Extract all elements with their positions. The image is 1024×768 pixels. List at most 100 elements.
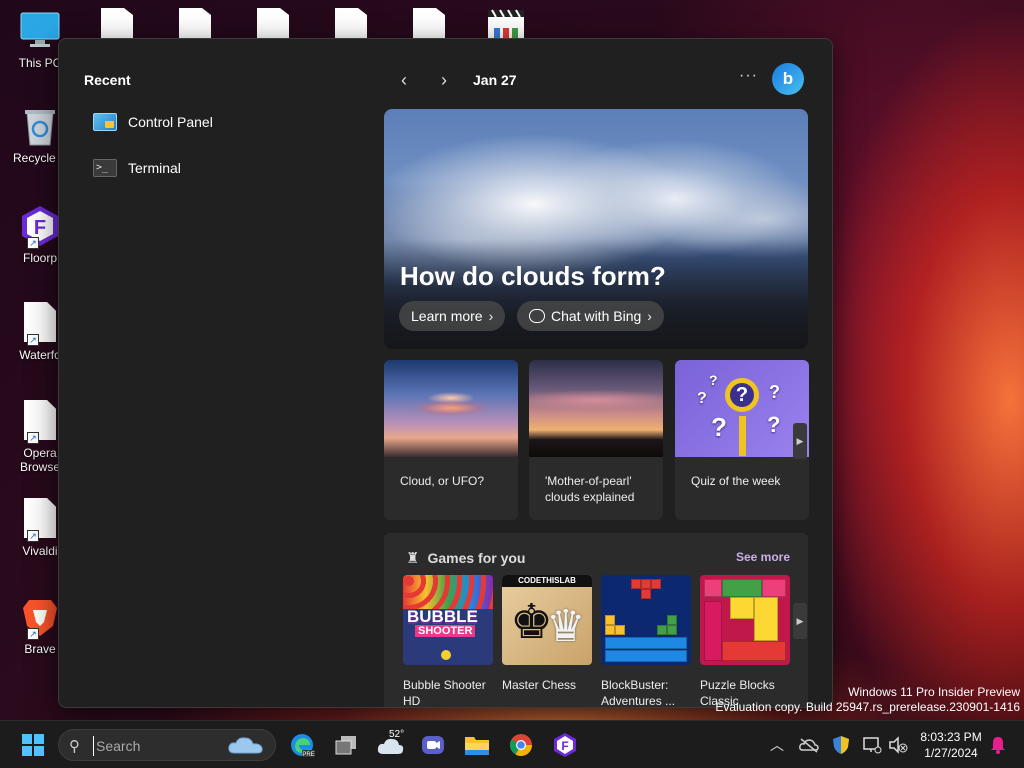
brave-lion-icon: ↗ <box>19 596 61 640</box>
media-clapper-icon[interactable] <box>486 8 524 40</box>
story-card-ufo[interactable]: Cloud, or UFO? <box>384 360 518 520</box>
taskbar-file-explorer[interactable] <box>463 731 491 759</box>
bing-icon: b <box>782 69 794 88</box>
desktop-file-icon[interactable] <box>100 8 134 40</box>
cards-next-button[interactable]: ▶ <box>793 423 807 459</box>
white-queen-icon: ♛ <box>546 602 586 651</box>
current-date: Jan 27 <box>473 72 517 88</box>
shortcut-arrow-icon: ↗ <box>27 432 39 444</box>
learn-more-button[interactable]: Learn more › <box>399 301 506 331</box>
card-image <box>384 360 518 457</box>
clock[interactable]: 8:03:23 PM 1/27/2024 <box>916 729 986 761</box>
card-title: Quiz of the week <box>691 474 781 488</box>
learn-more-label: Learn more <box>411 308 483 324</box>
floorp-icon: F ↗ <box>19 205 61 249</box>
chat-bubble-icon <box>529 309 545 323</box>
games-next-button[interactable]: ▶ <box>793 603 807 639</box>
shortcut-arrow-icon: ↗ <box>27 530 39 542</box>
more-options-button[interactable]: ··· <box>739 67 758 85</box>
game-name: Bubble Shooter HD <box>403 678 486 708</box>
next-day-button[interactable]: › <box>431 67 457 93</box>
taskbar-edge-pre[interactable]: PRE <box>288 731 316 759</box>
clock-date: 1/27/2024 <box>924 746 978 760</box>
previous-day-button[interactable]: ‹ <box>391 67 417 93</box>
recent-item-control-panel[interactable]: Control Panel <box>93 110 213 134</box>
story-card-quiz[interactable]: ? ? ? ? ? ? Quiz of the week <box>675 360 809 520</box>
bing-chat-button[interactable]: b <box>772 63 804 95</box>
shortcut-arrow-icon: ↗ <box>27 628 39 640</box>
chevron-up-icon: ︿ <box>770 737 784 753</box>
games-section: ♜ Games for you See more BUBBLE SHOOTER … <box>384 533 808 708</box>
show-hidden-icons-button[interactable]: ︿ <box>763 731 791 759</box>
game-tile-bubble-shooter[interactable]: BUBBLE SHOOTER Bubble Shooter HD <box>403 575 493 708</box>
windows-logo-icon <box>22 734 44 756</box>
tray-onedrive[interactable] <box>795 731 823 759</box>
chevron-left-icon: ‹ <box>401 69 407 90</box>
desktop-file-icon[interactable] <box>334 8 368 40</box>
clock-time: 8:03:23 PM <box>920 730 982 744</box>
game-tile-master-chess[interactable]: CODETHISLAB ♚ ♛ Master Chess <box>502 575 592 693</box>
search-icon: ⚲ <box>69 738 80 755</box>
game-thumbnail: CODETHISLAB ♚ ♛ <box>502 575 592 665</box>
taskbar-task-view[interactable] <box>332 731 360 759</box>
svg-text:F: F <box>34 217 46 239</box>
svg-text:PRE: PRE <box>302 752 314 758</box>
tray-volume[interactable] <box>884 731 912 759</box>
floorp-icon: F <box>554 733 576 757</box>
hero-story-card[interactable]: How do clouds form? Learn more › Chat wi… <box>384 109 808 349</box>
magnifier-icon: ? <box>725 378 759 412</box>
edge-icon: PRE <box>291 734 315 758</box>
play-right-icon: ▶ <box>796 435 804 446</box>
see-more-link[interactable]: See more <box>736 550 790 564</box>
game-tile-blockbuster[interactable]: BlockBuster: Adventures ... <box>601 575 691 707</box>
video-chat-icon <box>422 736 444 754</box>
folder-icon <box>465 737 489 755</box>
chat-with-bing-button[interactable]: Chat with Bing › <box>517 301 664 331</box>
taskbar-floorp[interactable]: F <box>551 731 579 759</box>
svg-text:F: F <box>561 739 568 753</box>
shortcut-arrow-icon: ↗ <box>27 237 39 249</box>
shortcut-arrow-icon: ↗ <box>27 334 39 346</box>
story-card-mother-of-pearl[interactable]: 'Mother-of-pearl' clouds explained <box>529 360 663 520</box>
game-thumbnail <box>700 575 790 665</box>
taskbar-teams[interactable] <box>419 731 447 759</box>
search-input[interactable] <box>93 736 223 756</box>
card-title: 'Mother-of-pearl' clouds explained <box>545 474 635 504</box>
file-icon: ↗ <box>19 498 61 542</box>
chevron-right-icon: › <box>488 308 494 324</box>
tray-network[interactable] <box>858 731 886 759</box>
chess-pieces-icon: ♜ <box>406 550 420 567</box>
file-icon: ↗ <box>19 400 61 444</box>
cloud-off-icon <box>799 738 819 753</box>
widgets-panel: Recent Control Panel >_ Terminal ‹ › Jan… <box>58 38 833 708</box>
chat-with-bing-label: Chat with Bing <box>551 308 642 324</box>
desktop-file-icon[interactable] <box>178 8 212 40</box>
game-thumbnail: BUBBLE SHOOTER <box>403 575 493 665</box>
speaker-muted-icon <box>889 736 908 754</box>
thumbnail-subtitle: SHOOTER <box>415 625 476 637</box>
terminal-icon: >_ <box>93 159 117 177</box>
games-heading-label: Games for you <box>427 550 526 566</box>
play-right-icon: ▶ <box>796 615 804 626</box>
task-view-icon <box>335 736 356 755</box>
bell-icon <box>991 737 1005 754</box>
control-panel-icon <box>93 113 117 131</box>
recent-item-terminal[interactable]: >_ Terminal <box>93 156 181 180</box>
recycle-bin-icon <box>19 105 61 147</box>
card-image <box>529 360 663 457</box>
start-button[interactable] <box>19 731 47 759</box>
taskbar-chrome[interactable] <box>507 731 535 759</box>
tray-security[interactable] <box>827 731 855 759</box>
file-icon: ↗ <box>19 302 61 346</box>
watermark-line-2: Evaluation copy. Build 25947.rs_prerelea… <box>715 700 1020 714</box>
taskbar-search[interactable]: ⚲ <box>58 729 276 761</box>
game-name: Master Chess <box>502 678 577 692</box>
thumbnail-brand: CODETHISLAB <box>502 575 592 587</box>
notifications-button[interactable] <box>984 731 1012 759</box>
chevron-right-icon: › <box>441 69 447 90</box>
game-thumbnail <box>601 575 691 665</box>
watermark-line-1: Windows 11 Pro Insider Preview <box>848 685 1020 699</box>
desktop-file-icon[interactable] <box>412 8 446 40</box>
date-navigation: ‹ › Jan 27 <box>391 67 517 93</box>
desktop-file-icon[interactable] <box>256 8 290 40</box>
